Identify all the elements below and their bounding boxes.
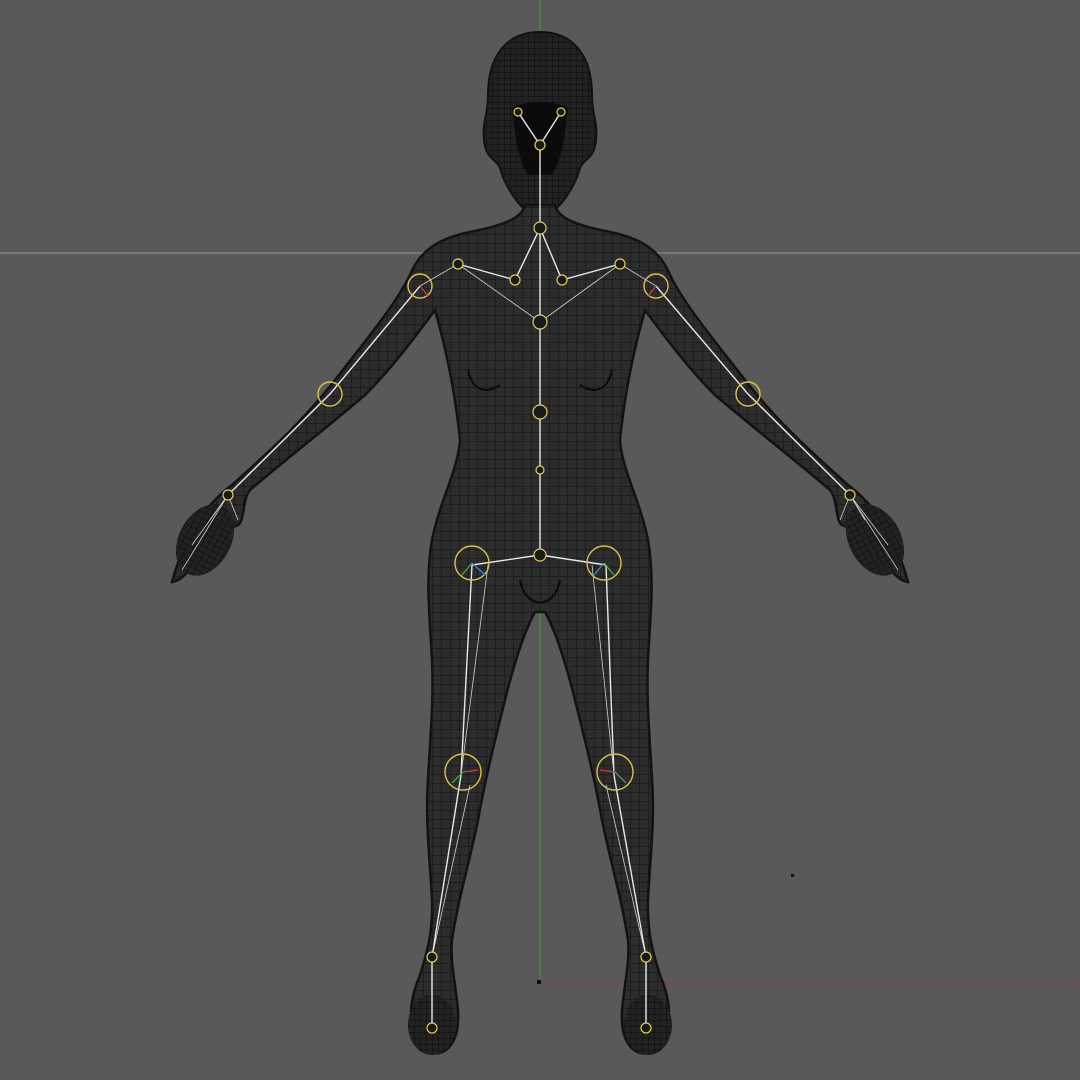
- joint-wrist-left[interactable]: [222, 489, 234, 501]
- joint-neck[interactable]: [533, 221, 547, 235]
- joint-wrist-right[interactable]: [844, 489, 856, 501]
- joint-chest-left[interactable]: [509, 274, 521, 286]
- joint-head[interactable]: [534, 139, 546, 151]
- joint-spine-upper[interactable]: [532, 314, 548, 330]
- bone-forearm-left[interactable]: [227, 393, 331, 496]
- joint-pelvis[interactable]: [533, 548, 547, 562]
- joint-chest-right[interactable]: [556, 274, 568, 286]
- joint-clavicle-right[interactable]: [614, 258, 626, 270]
- joint-toe-left[interactable]: [426, 1022, 438, 1034]
- joint-eye-right[interactable]: [556, 107, 566, 117]
- joint-ankle-right[interactable]: [640, 951, 652, 963]
- cursor-marker: [791, 874, 794, 877]
- joint-spine-mid[interactable]: [532, 404, 548, 420]
- joint-ankle-left[interactable]: [426, 951, 438, 963]
- joint-eye-left[interactable]: [513, 107, 523, 117]
- joint-toe-right[interactable]: [640, 1022, 652, 1034]
- bone-forearm-right[interactable]: [747, 393, 851, 496]
- origin-marker: [537, 980, 541, 984]
- joint-spine-lower[interactable]: [535, 465, 545, 475]
- joint-clavicle-left[interactable]: [452, 258, 464, 270]
- 3d-viewport[interactable]: [0, 0, 1080, 1080]
- viewport-canvas[interactable]: [0, 0, 1080, 1080]
